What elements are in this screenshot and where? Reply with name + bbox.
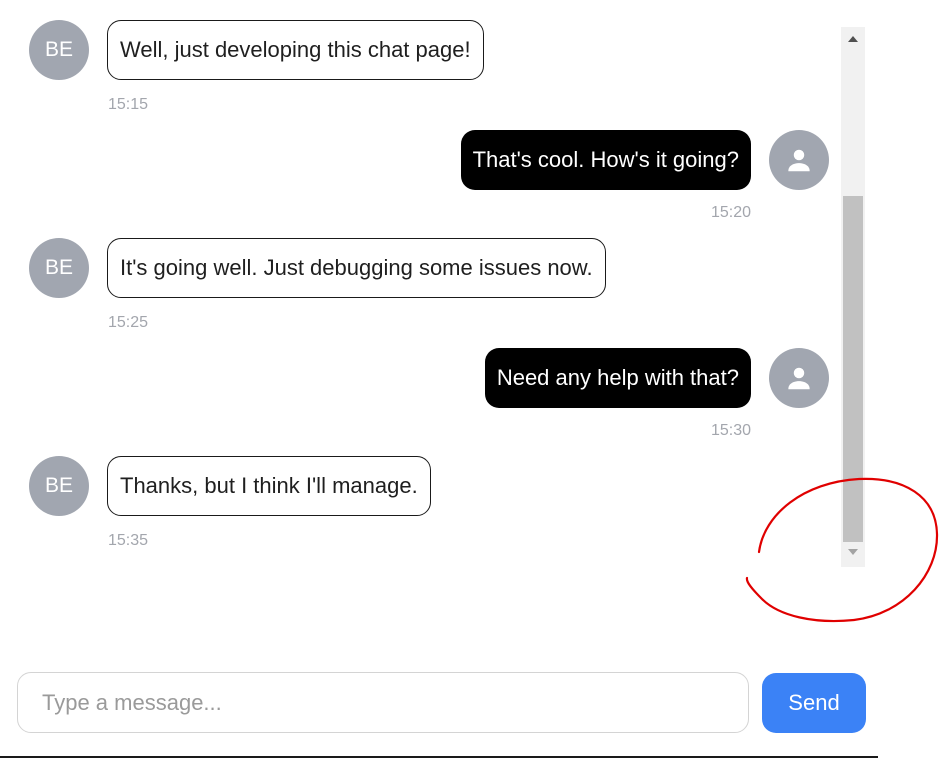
message-timestamp: 15:20 <box>710 204 751 221</box>
message-text: Need any help with that? <box>496 365 739 390</box>
message-input[interactable] <box>17 672 749 733</box>
person-icon <box>788 367 810 390</box>
message-timestamp: 15:25 <box>108 314 149 331</box>
message-text: Thanks, but I think I'll manage. <box>120 473 418 498</box>
avatar: BE <box>29 238 89 298</box>
send-button[interactable]: Send <box>762 673 866 733</box>
avatar <box>769 130 829 190</box>
message-text: Well, just developing this chat page! <box>120 37 471 62</box>
avatar <box>769 348 829 408</box>
message-bubble: Well, just developing this chat page! <box>107 20 484 80</box>
avatar-initials: BE <box>44 38 73 61</box>
message-timestamp: 15:35 <box>108 532 149 549</box>
chat-messages-area[interactable]: BE Well, just developing this chat page!… <box>0 0 840 566</box>
scroll-up-arrow-icon[interactable] <box>848 36 858 42</box>
person-icon <box>788 149 810 172</box>
avatar-initials: BE <box>44 474 73 497</box>
message-timestamp: 15:30 <box>710 422 751 439</box>
avatar-initials: BE <box>44 256 73 279</box>
message-bubble: It's going well. Just debugging some iss… <box>107 238 606 298</box>
message-bubble: Thanks, but I think I'll manage. <box>107 456 431 516</box>
avatar: BE <box>29 456 89 516</box>
message-timestamp: 15:15 <box>108 96 149 113</box>
message-text: It's going well. Just debugging some iss… <box>120 255 593 280</box>
message-bubble: Need any help with that? <box>484 348 751 408</box>
message-text: That's cool. How's it going? <box>472 147 739 172</box>
message-bubble: That's cool. How's it going? <box>460 130 751 190</box>
avatar: BE <box>29 20 89 80</box>
annotation-circle <box>745 477 939 623</box>
